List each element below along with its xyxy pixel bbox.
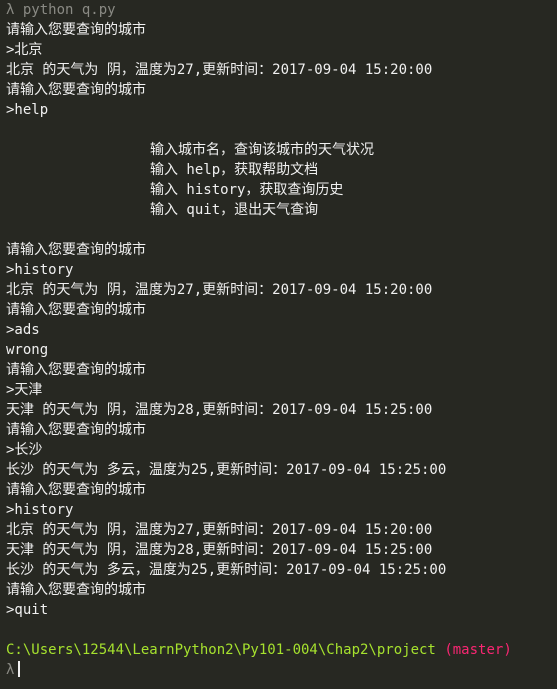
input-echo-line: >history xyxy=(6,502,74,518)
output-line: 北京 的天气为 阴，温度为27,更新时间：2017-09-04 15:20:00 xyxy=(6,62,433,78)
output-line: 天津 的天气为 阴，温度为28,更新时间：2017-09-04 15:25:00 xyxy=(6,542,433,558)
help-text-line: 输入 quit，退出天气查询 xyxy=(150,202,319,218)
help-text-line: 输入 help，获取帮助文档 xyxy=(150,162,319,178)
input-echo-line: >help xyxy=(6,102,49,118)
output-line: 请输入您要查询的城市 xyxy=(6,82,146,98)
cwd-line: C:\Users\12544\LearnPython2\Py101-004\Ch… xyxy=(6,640,557,660)
output-lines: 请输入您要查询的城市 >北京北京 的天气为 阴，温度为27,更新时间：2017-0… xyxy=(6,20,557,640)
input-echo-line: >quit xyxy=(6,602,49,618)
input-echo-line: >北京 xyxy=(6,42,43,58)
output-line: 请输入您要查询的城市 xyxy=(6,362,146,378)
active-prompt[interactable]: λ xyxy=(6,660,557,680)
output-line: 请输入您要查询的城市 xyxy=(6,482,146,498)
help-text-line: 输入城市名，查询该城市的天气状况 xyxy=(150,142,374,158)
output-line: 长沙 的天气为 多云，温度为25,更新时间：2017-09-04 15:25:0… xyxy=(6,562,447,578)
output-line: 长沙 的天气为 多云，温度为25,更新时间：2017-09-04 15:25:0… xyxy=(6,462,447,478)
output-line: wrong xyxy=(6,342,49,358)
output-line: 请输入您要查询的城市 xyxy=(6,22,146,38)
input-echo-line: >ads xyxy=(6,322,40,338)
terminal-window[interactable]: { "terminal": { "command_prompt": "λ pyt… xyxy=(0,0,557,689)
output-line: 北京 的天气为 阴，温度为27,更新时间：2017-09-04 15:20:00 xyxy=(6,282,433,298)
output-line: 请输入您要查询的城市 xyxy=(6,422,146,438)
cwd-path: C:\Users\12544\LearnPython2\Py101-004\Ch… xyxy=(6,642,436,658)
terminal-output[interactable]: λ python q.py 请输入您要查询的城市 >北京北京 的天气为 阴，温度为… xyxy=(6,0,557,680)
output-line: 天津 的天气为 阴，温度为28,更新时间：2017-09-04 15:25:00 xyxy=(6,402,433,418)
output-line: 请输入您要查询的城市 xyxy=(6,302,146,318)
git-branch: (master) xyxy=(444,642,512,658)
input-echo-line: >天津 xyxy=(6,382,43,398)
command-line: λ python q.py xyxy=(6,2,116,18)
text-cursor xyxy=(18,661,21,677)
prompt-symbol: λ xyxy=(6,662,15,678)
output-line: 北京 的天气为 阴，温度为27,更新时间：2017-09-04 15:20:00 xyxy=(6,522,433,538)
help-text-line: 输入 history，获取查询历史 xyxy=(150,182,344,198)
output-line: 请输入您要查询的城市 xyxy=(6,242,146,258)
output-line: 请输入您要查询的城市 xyxy=(6,582,146,598)
input-echo-line: >history xyxy=(6,262,74,278)
input-echo-line: >长沙 xyxy=(6,442,43,458)
